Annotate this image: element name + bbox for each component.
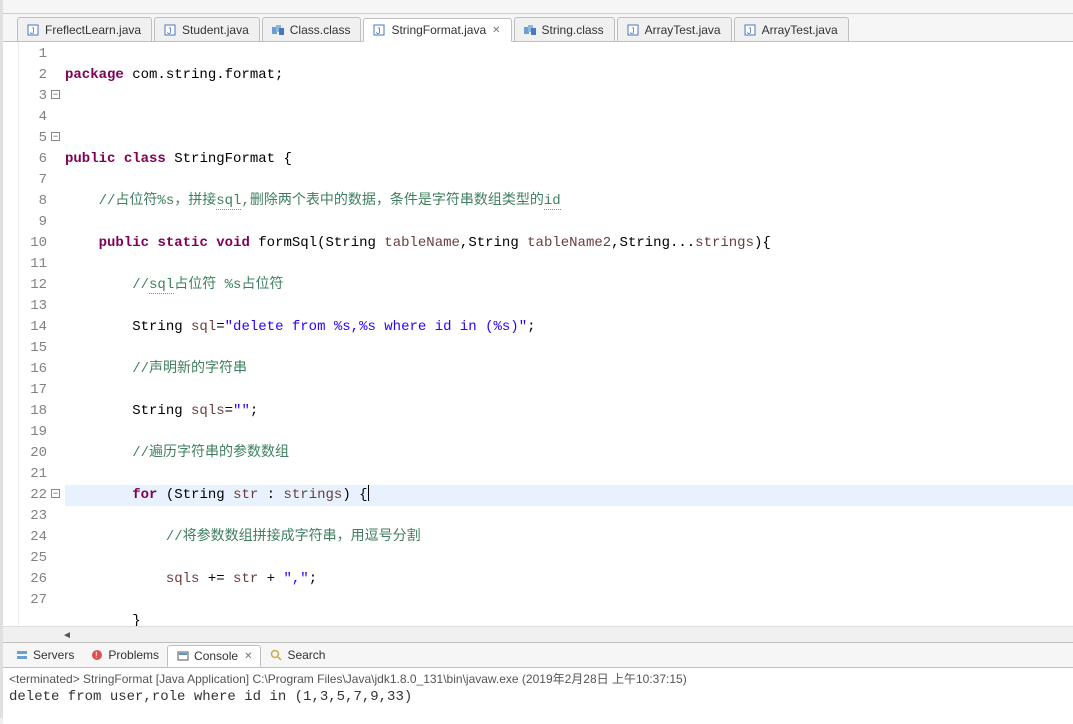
ruler xyxy=(3,42,19,626)
line-number: 20 xyxy=(19,443,47,464)
line-number: 14 xyxy=(19,317,47,338)
code-editor[interactable]: package com.string.format; public class … xyxy=(63,42,1073,626)
class-icon xyxy=(271,23,285,37)
tab-label: Console xyxy=(194,649,238,663)
bottom-views-bar: Servers ! Problems Console ✕ Search xyxy=(3,642,1073,668)
servers-icon xyxy=(15,648,29,662)
line-number: 9 xyxy=(19,212,47,233)
tab-arraytest2[interactable]: J ArrayTest.java xyxy=(734,17,849,41)
line-number: 24 xyxy=(19,527,47,548)
scroll-left-icon[interactable]: ◄ xyxy=(59,627,75,643)
tab-stringformat[interactable]: J StringFormat.java ✕ xyxy=(363,18,511,42)
fold-marker[interactable]: − xyxy=(51,132,60,141)
tab-label: Student.java xyxy=(182,23,249,37)
line-number: 7 xyxy=(19,170,47,191)
search-icon xyxy=(269,648,283,662)
console-icon xyxy=(176,649,190,663)
svg-text:J: J xyxy=(747,26,752,36)
line-number: 21 xyxy=(19,464,47,485)
line-number: 3 xyxy=(19,86,47,107)
java-icon: J xyxy=(372,23,386,37)
tab-label: ArrayTest.java xyxy=(645,23,721,37)
java-icon: J xyxy=(743,23,757,37)
tab-label: ArrayTest.java xyxy=(762,23,838,37)
svg-text:J: J xyxy=(30,26,35,36)
horizontal-scrollbar[interactable]: ◄ xyxy=(3,626,1073,642)
tab-label: StringFormat.java xyxy=(391,23,486,37)
servers-tab[interactable]: Servers xyxy=(7,645,82,665)
tab-freflect[interactable]: J FreflectLearn.java xyxy=(17,17,152,41)
console-status: <terminated> StringFormat [Java Applicat… xyxy=(9,670,1067,687)
java-icon: J xyxy=(26,23,40,37)
line-number: 16 xyxy=(19,359,47,380)
console-output: delete from user,role where id in (1,3,5… xyxy=(9,689,1067,705)
line-number: 17 xyxy=(19,380,47,401)
tab-label: Class.class xyxy=(290,23,351,37)
line-number: 22 xyxy=(19,485,47,506)
line-number: 26 xyxy=(19,569,47,590)
line-number: 11 xyxy=(19,254,47,275)
fold-marker[interactable]: − xyxy=(51,489,60,498)
fold-marker[interactable]: − xyxy=(51,90,60,99)
line-number: 10 xyxy=(19,233,47,254)
line-number: 1 xyxy=(19,44,47,65)
tab-arraytest1[interactable]: J ArrayTest.java xyxy=(617,17,732,41)
line-number: 27 xyxy=(19,590,47,611)
close-icon[interactable]: ✕ xyxy=(492,25,500,36)
tab-class-class[interactable]: Class.class xyxy=(262,17,362,41)
editor-tab-bar: J FreflectLearn.java J Student.java Clas… xyxy=(3,14,1073,42)
tab-string-class[interactable]: String.class xyxy=(514,17,615,41)
tab-label: Servers xyxy=(33,648,74,662)
line-number: 8 xyxy=(19,191,47,212)
tab-label: FreflectLearn.java xyxy=(45,23,141,37)
line-number: 4 xyxy=(19,107,47,128)
search-tab[interactable]: Search xyxy=(261,645,333,665)
line-number: 25 xyxy=(19,548,47,569)
svg-text:J: J xyxy=(167,26,172,36)
line-number: 12 xyxy=(19,275,47,296)
line-number: 19 xyxy=(19,422,47,443)
tab-label: Problems xyxy=(108,648,159,662)
java-icon: J xyxy=(626,23,640,37)
line-number: 13 xyxy=(19,296,47,317)
console-tab[interactable]: Console ✕ xyxy=(167,645,261,667)
line-number: 15 xyxy=(19,338,47,359)
class-icon xyxy=(523,23,537,37)
line-number: 5 xyxy=(19,128,47,149)
main-toolbar[interactable] xyxy=(3,0,1073,14)
problems-icon: ! xyxy=(90,648,104,662)
close-icon[interactable]: ✕ xyxy=(244,651,252,662)
console-view[interactable]: <terminated> StringFormat [Java Applicat… xyxy=(3,668,1073,724)
tab-label: Search xyxy=(287,648,325,662)
tab-label: String.class xyxy=(542,23,604,37)
line-number: 23 xyxy=(19,506,47,527)
editor-area: 1 2 3 4 5 6 7 8 9 10 11 12 13 14 15 16 1… xyxy=(3,42,1073,626)
fold-column: − − − xyxy=(53,42,63,626)
svg-text:J: J xyxy=(630,26,635,36)
problems-tab[interactable]: ! Problems xyxy=(82,645,167,665)
tab-student[interactable]: J Student.java xyxy=(154,17,260,41)
line-gutter[interactable]: 1 2 3 4 5 6 7 8 9 10 11 12 13 14 15 16 1… xyxy=(19,42,53,626)
line-number: 6 xyxy=(19,149,47,170)
svg-text:J: J xyxy=(376,26,381,36)
line-number: 18 xyxy=(19,401,47,422)
svg-text:!: ! xyxy=(95,650,98,660)
line-number: 2 xyxy=(19,65,47,86)
java-icon: J xyxy=(163,23,177,37)
